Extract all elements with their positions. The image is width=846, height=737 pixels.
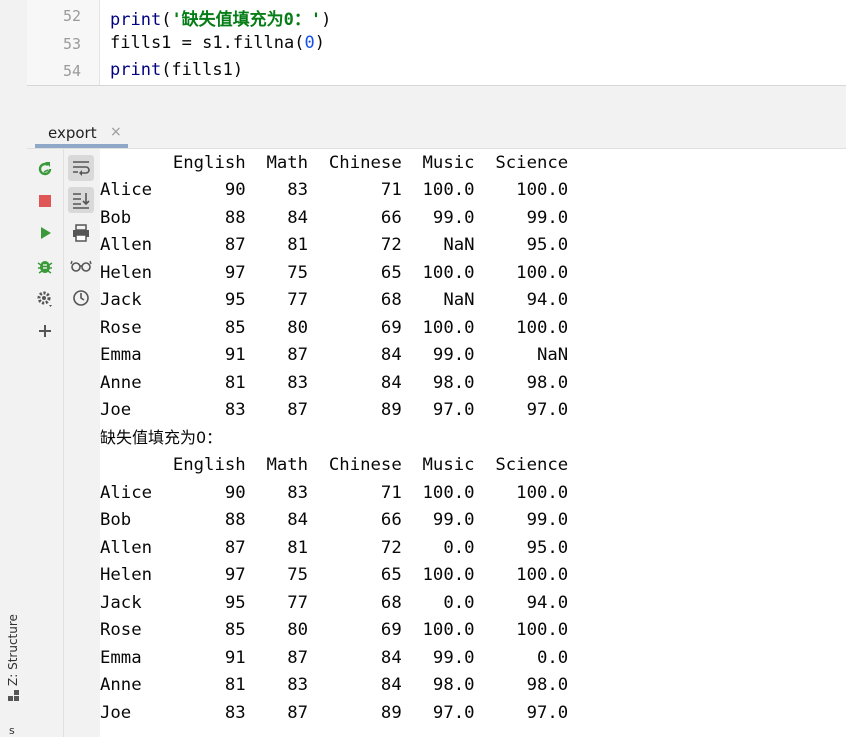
tab-label: export — [48, 124, 97, 142]
console-line: Anne 81 83 84 98.0 98.0 — [100, 373, 569, 393]
console-toolbar — [64, 149, 101, 737]
console-line: English Math Chinese Music Science — [100, 455, 569, 475]
console-line: Bob 88 84 66 99.0 99.0 — [100, 208, 569, 228]
console-line: Allen 87 81 72 0.0 95.0 — [100, 538, 569, 558]
glasses-icon[interactable] — [68, 253, 94, 279]
console-line: Rose 85 80 69 100.0 100.0 — [100, 620, 569, 640]
console-line: Anne 81 83 84 98.0 98.0 — [100, 675, 569, 695]
add-icon[interactable] — [32, 318, 58, 344]
line-gutter: 52 53 54 — [27, 0, 99, 85]
console-line: Rose 85 80 69 100.0 100.0 — [100, 318, 569, 338]
run-icon[interactable] — [32, 220, 58, 246]
code-line-54[interactable]: print(fills1) — [110, 60, 243, 80]
stop-icon[interactable] — [32, 188, 58, 214]
console-line: Joe 83 87 89 97.0 97.0 — [100, 703, 569, 723]
scroll-to-end-icon[interactable] — [68, 187, 94, 213]
print-icon[interactable] — [68, 220, 94, 246]
tab-export[interactable]: export × — [35, 116, 128, 148]
gutter-separator — [99, 0, 100, 85]
console-line: Helen 97 75 65 100.0 100.0 — [100, 263, 569, 283]
left-tool-strip: Z: Structure s — [0, 0, 28, 737]
structure-tool-tab[interactable]: Z: Structure — [2, 610, 24, 690]
code-line-53[interactable]: fills1 = s1.fillna(0) — [110, 33, 325, 53]
code-line-52[interactable]: print('缺失值填充为0：') — [110, 5, 331, 30]
tab-active-indicator — [35, 144, 128, 148]
history-icon[interactable] — [68, 285, 94, 311]
console-line: Allen 87 81 72 NaN 95.0 — [100, 235, 569, 255]
soft-wrap-icon[interactable] — [68, 155, 94, 181]
close-icon[interactable]: × — [110, 124, 122, 140]
console-line: English Math Chinese Music Science — [100, 153, 569, 173]
console-line: Jack 95 77 68 NaN 94.0 — [100, 290, 569, 310]
structure-icon[interactable] — [8, 690, 20, 702]
console-line: Bob 88 84 66 99.0 99.0 — [100, 510, 569, 530]
panel-divider — [27, 86, 846, 116]
rerun-icon[interactable] — [32, 156, 58, 182]
structure-label: Z: Structure — [6, 614, 20, 686]
bottom-tool-label: s — [9, 724, 15, 737]
console-line: Emma 91 87 84 99.0 NaN — [100, 345, 569, 365]
line-number: 54 — [62, 62, 81, 80]
console-line: Alice 90 83 71 100.0 100.0 — [100, 483, 569, 503]
settings-icon[interactable] — [32, 286, 58, 312]
console-line: Jack 95 77 68 0.0 94.0 — [100, 593, 569, 613]
console-output[interactable]: English Math Chinese Music Science Alice … — [100, 149, 846, 737]
run-toolbar — [27, 149, 64, 737]
console-line: Emma 91 87 84 99.0 0.0 — [100, 648, 569, 668]
line-number: 52 — [62, 7, 81, 25]
console-line: Joe 83 87 89 97.0 97.0 — [100, 400, 569, 420]
debug-icon[interactable] — [32, 253, 58, 279]
console-line: Alice 90 83 71 100.0 100.0 — [100, 180, 569, 200]
code-editor[interactable]: 52 53 54 print('缺失值填充为0：') fills1 = s1.f… — [27, 0, 846, 86]
console-line: Helen 97 75 65 100.0 100.0 — [100, 565, 569, 585]
console-line: 缺失值填充为0： — [100, 428, 223, 447]
run-tab-bar: export × — [27, 116, 846, 149]
line-number: 53 — [62, 35, 81, 53]
